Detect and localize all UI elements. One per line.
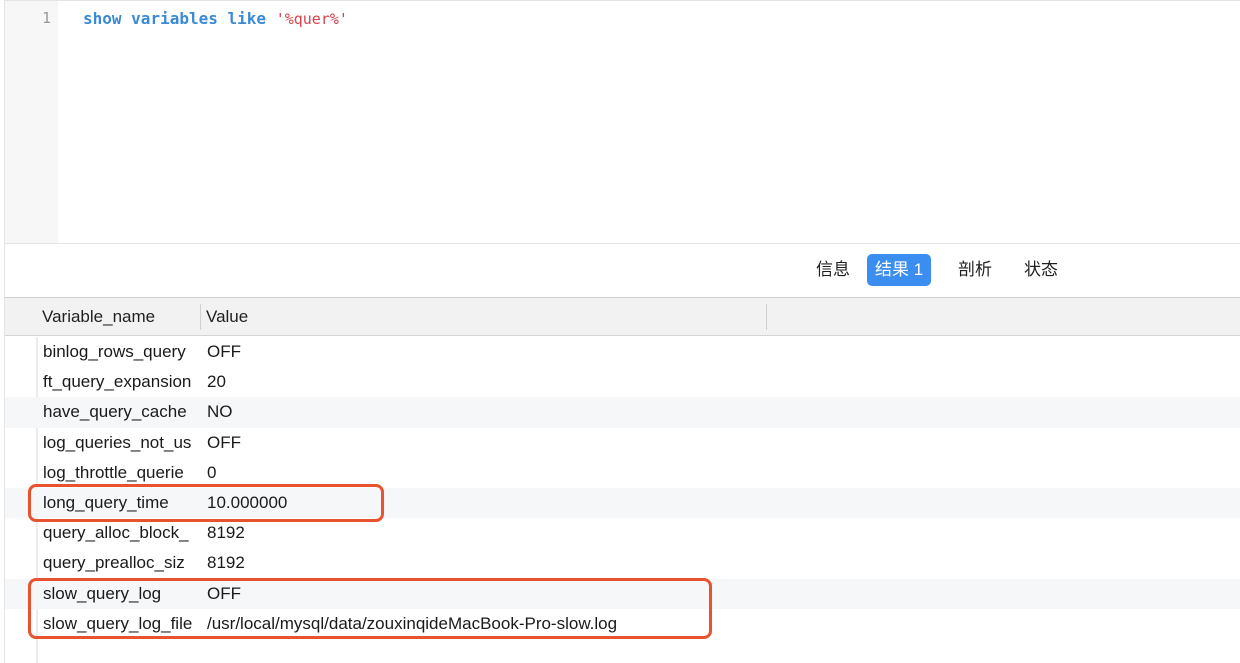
cell-variable-name[interactable]: ft_query_expansion — [43, 367, 197, 397]
keyword-show: show — [83, 9, 122, 28]
cell-variable-name[interactable]: log_queries_not_us — [43, 428, 197, 458]
column-header-variable-name[interactable]: Variable_name — [36, 298, 200, 335]
cell-value[interactable]: OFF — [207, 337, 767, 367]
cell-value[interactable]: 0 — [207, 458, 767, 488]
keyword-like: like — [227, 9, 267, 28]
cell-variable-name[interactable]: have_query_cache — [43, 397, 197, 427]
table-row[interactable]: query_prealloc_siz 8192 — [5, 548, 1240, 578]
grid-rows: binlog_rows_query OFF ft_query_expansion… — [5, 337, 1240, 639]
table-row[interactable]: ft_query_expansion 20 — [5, 367, 1240, 397]
tab-info[interactable]: 信息 — [808, 254, 858, 286]
line-number: 1 — [41, 9, 51, 27]
string-literal: '%quer%' — [275, 10, 348, 28]
cell-variable-name[interactable]: binlog_rows_query — [43, 337, 197, 367]
cell-variable-name[interactable]: long_query_time — [43, 488, 197, 518]
table-row[interactable]: log_queries_not_us OFF — [5, 428, 1240, 458]
cell-variable-name[interactable]: query_prealloc_siz — [43, 548, 197, 578]
cell-value[interactable]: /usr/local/mysql/data/zouxinqideMacBook-… — [207, 609, 767, 639]
tab-status[interactable]: 状态 — [1016, 254, 1066, 286]
sql-editor[interactable]: 1 show variables like '%quer%' — [4, 0, 1240, 243]
table-row[interactable]: slow_query_log_file /usr/local/mysql/dat… — [5, 609, 1240, 639]
cell-variable-name[interactable]: slow_query_log_file — [43, 609, 197, 639]
table-row[interactable]: binlog_rows_query OFF — [5, 337, 1240, 367]
cell-variable-name[interactable]: slow_query_log — [43, 579, 197, 609]
cell-variable-name[interactable]: query_alloc_block_ — [43, 518, 197, 548]
column-header-value[interactable]: Value — [200, 298, 765, 335]
keyword-variables: variables — [131, 9, 218, 28]
tab-profile[interactable]: 剖析 — [950, 254, 1000, 286]
cell-value[interactable]: 10.000000 — [207, 488, 767, 518]
grid-header: Variable_name Value — [5, 298, 1240, 336]
sql-query-window: 1 show variables like '%quer%' 信息 结果 1 剖… — [0, 0, 1240, 663]
table-row[interactable]: log_throttle_querie 0 — [5, 458, 1240, 488]
code-line[interactable]: show variables like '%quer%' — [83, 9, 348, 29]
cell-value[interactable]: 8192 — [207, 518, 767, 548]
cell-variable-name[interactable]: log_throttle_querie — [43, 458, 197, 488]
line-number-gutter: 1 — [5, 1, 58, 243]
result-tab-bar: 信息 结果 1 剖析 状态 — [4, 243, 1240, 297]
table-row[interactable]: have_query_cache NO — [5, 397, 1240, 428]
table-row[interactable]: long_query_time 10.000000 — [5, 487, 1240, 519]
result-grid: Variable_name Value binlog_rows_query OF… — [4, 297, 1240, 663]
cell-value[interactable]: 20 — [207, 367, 767, 397]
table-row[interactable]: slow_query_log OFF — [5, 578, 1240, 609]
cell-value[interactable]: OFF — [207, 579, 767, 609]
cell-value[interactable]: OFF — [207, 428, 767, 458]
cell-value[interactable]: 8192 — [207, 548, 767, 578]
column-resize-handle[interactable] — [766, 304, 767, 330]
table-row[interactable]: query_alloc_block_ 8192 — [5, 518, 1240, 548]
tab-result-1[interactable]: 结果 1 — [867, 254, 932, 286]
cell-value[interactable]: NO — [207, 397, 767, 427]
